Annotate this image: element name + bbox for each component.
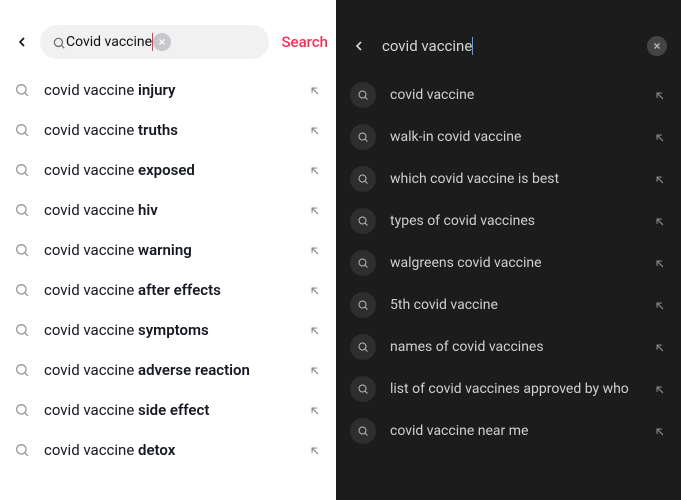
dark-suggestions: covid vaccine walk-in covid vaccine which …: [336, 68, 681, 452]
suggestion-text: covid vaccine detox: [44, 441, 308, 459]
light-panel: Covid vaccine Search covid vaccine injur…: [0, 0, 336, 500]
search-icon: [14, 362, 30, 378]
suggestion-text: covid vaccine after effects: [44, 281, 308, 299]
suggestion-text: covid vaccine adverse reaction: [44, 361, 308, 379]
suggestion-text: names of covid vaccines: [390, 339, 653, 355]
insert-arrow-icon[interactable]: [308, 203, 322, 217]
light-header: Covid vaccine Search: [0, 24, 336, 60]
search-icon: [52, 35, 66, 49]
suggestion-row[interactable]: covid vaccine hiv: [14, 190, 322, 230]
insert-arrow-icon[interactable]: [308, 83, 322, 97]
insert-arrow-icon[interactable]: [308, 403, 322, 417]
insert-arrow-icon[interactable]: [308, 123, 322, 137]
suggestion-row[interactable]: covid vaccine injury: [14, 70, 322, 110]
insert-arrow-icon[interactable]: [653, 130, 667, 144]
insert-arrow-icon[interactable]: [308, 363, 322, 377]
suggestion-row[interactable]: types of covid vaccines: [350, 200, 667, 242]
suggestion-text: 5th covid vaccine: [390, 297, 653, 313]
suggestion-row[interactable]: covid vaccine adverse reaction: [14, 350, 322, 390]
suggestion-row[interactable]: covid vaccine exposed: [14, 150, 322, 190]
search-button[interactable]: Search: [281, 33, 328, 51]
insert-arrow-icon[interactable]: [653, 256, 667, 270]
suggestion-row[interactable]: covid vaccine after effects: [14, 270, 322, 310]
suggestion-text: types of covid vaccines: [390, 213, 653, 229]
suggestion-row[interactable]: covid vaccine truths: [14, 110, 322, 150]
suggestion-text: walk-in covid vaccine: [390, 129, 653, 145]
suggestion-text: covid vaccine warning: [44, 241, 308, 259]
search-icon: [350, 208, 376, 234]
suggestion-row[interactable]: walk-in covid vaccine: [350, 116, 667, 158]
suggestion-row[interactable]: covid vaccine: [350, 74, 667, 116]
search-icon: [350, 376, 376, 402]
suggestion-text: covid vaccine injury: [44, 81, 308, 99]
suggestion-row[interactable]: list of covid vaccines approved by who: [350, 368, 667, 410]
insert-arrow-icon[interactable]: [308, 243, 322, 257]
dark-header: covid vaccine: [336, 24, 681, 68]
suggestion-text: covid vaccine hiv: [44, 201, 308, 219]
insert-arrow-icon[interactable]: [308, 163, 322, 177]
suggestion-text: covid vaccine: [390, 87, 653, 103]
search-icon: [14, 242, 30, 258]
suggestion-text: list of covid vaccines approved by who: [390, 381, 653, 397]
search-icon: [14, 442, 30, 458]
search-icon: [350, 166, 376, 192]
search-input[interactable]: Covid vaccine: [66, 33, 153, 51]
insert-arrow-icon[interactable]: [308, 323, 322, 337]
search-query-text: Covid vaccine: [66, 34, 152, 50]
search-icon: [14, 402, 30, 418]
search-icon: [350, 334, 376, 360]
search-icon: [350, 250, 376, 276]
suggestion-row[interactable]: covid vaccine near me: [350, 410, 667, 452]
search-icon: [14, 202, 30, 218]
search-icon: [350, 418, 376, 444]
suggestion-text: covid vaccine symptoms: [44, 321, 308, 339]
suggestion-row[interactable]: which covid vaccine is best: [350, 158, 667, 200]
search-input[interactable]: covid vaccine: [382, 37, 647, 55]
insert-arrow-icon[interactable]: [308, 443, 322, 457]
insert-arrow-icon[interactable]: [653, 214, 667, 228]
search-query-text: covid vaccine: [382, 37, 472, 55]
suggestion-text: which covid vaccine is best: [390, 171, 653, 187]
search-icon: [350, 292, 376, 318]
back-icon[interactable]: [350, 37, 368, 55]
insert-arrow-icon[interactable]: [653, 340, 667, 354]
insert-arrow-icon[interactable]: [653, 424, 667, 438]
text-cursor: [472, 37, 473, 55]
search-icon: [14, 122, 30, 138]
suggestion-row[interactable]: names of covid vaccines: [350, 326, 667, 368]
suggestion-row[interactable]: walgreens covid vaccine: [350, 242, 667, 284]
insert-arrow-icon[interactable]: [653, 88, 667, 102]
insert-arrow-icon[interactable]: [653, 298, 667, 312]
insert-arrow-icon[interactable]: [653, 382, 667, 396]
suggestion-row[interactable]: covid vaccine warning: [14, 230, 322, 270]
insert-arrow-icon[interactable]: [653, 172, 667, 186]
search-icon: [14, 82, 30, 98]
suggestion-text: covid vaccine exposed: [44, 161, 308, 179]
search-icon: [14, 322, 30, 338]
search-icon: [350, 82, 376, 108]
search-icon: [350, 124, 376, 150]
suggestion-row[interactable]: covid vaccine side effect: [14, 390, 322, 430]
suggestion-row[interactable]: covid vaccine symptoms: [14, 310, 322, 350]
suggestion-text: covid vaccine near me: [390, 423, 653, 439]
suggestion-row[interactable]: covid vaccine detox: [14, 430, 322, 470]
insert-arrow-icon[interactable]: [308, 283, 322, 297]
suggestion-text: covid vaccine side effect: [44, 401, 308, 419]
suggestion-text: covid vaccine truths: [44, 121, 308, 139]
suggestion-row[interactable]: 5th covid vaccine: [350, 284, 667, 326]
dark-panel: covid vaccine covid vaccine walk-in covid…: [336, 0, 681, 500]
clear-icon[interactable]: [647, 36, 667, 56]
suggestion-text: walgreens covid vaccine: [390, 255, 653, 271]
back-icon[interactable]: [12, 32, 32, 52]
search-icon: [14, 162, 30, 178]
light-suggestions: covid vaccine injury covid vaccine truths…: [0, 60, 336, 470]
clear-icon[interactable]: [153, 33, 171, 51]
search-icon: [14, 282, 30, 298]
search-field[interactable]: Covid vaccine: [40, 25, 269, 59]
